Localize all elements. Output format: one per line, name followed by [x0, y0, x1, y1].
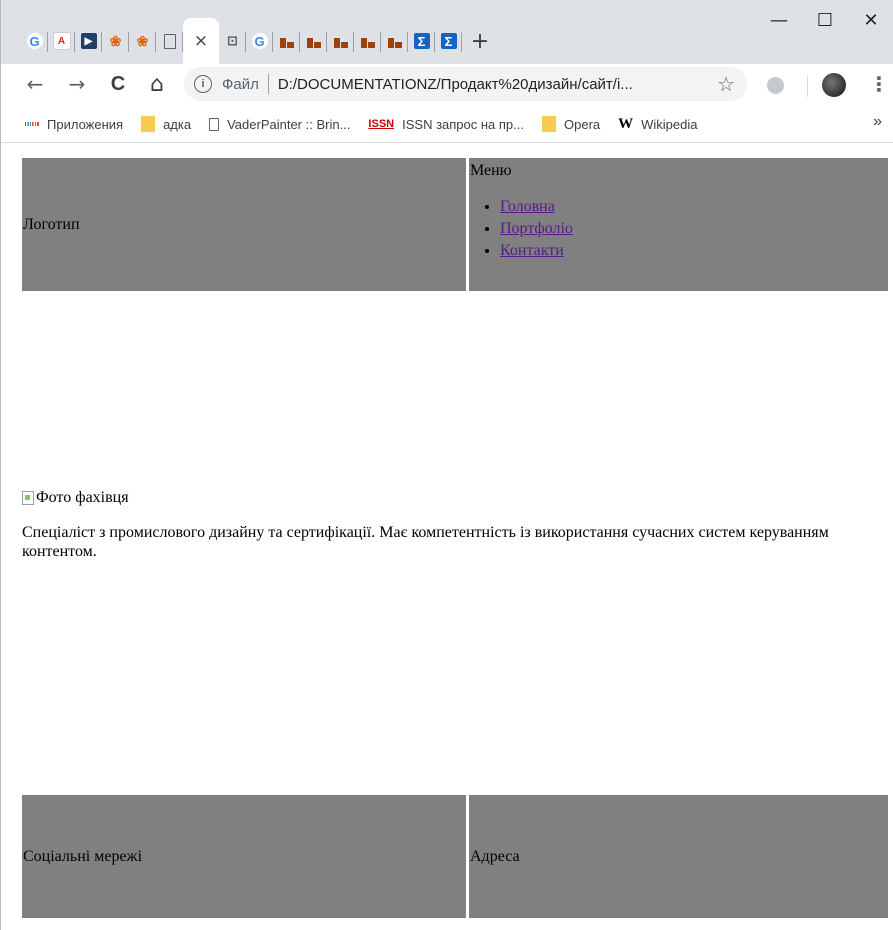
browser-menu-icon[interactable]: ⋮	[869, 72, 889, 96]
menu-link-portfolio[interactable]: Портфоліо	[500, 220, 573, 237]
address-text: Адреса	[470, 847, 520, 865]
address-divider	[267, 74, 269, 94]
main-section: Фото фахівця Спеціаліст з промислового д…	[22, 489, 888, 561]
broken-image-icon	[22, 491, 34, 505]
tab-brick-3[interactable]	[327, 18, 354, 64]
bookmark-issn[interactable]: ISSN ISSN запрос на пр...	[362, 110, 530, 138]
bookmark-wikipedia[interactable]: W Wikipedia	[612, 110, 703, 138]
page-header: Логотип Меню Головна Портфоліо Контакти	[22, 158, 888, 291]
brick-icon	[306, 33, 322, 49]
paw-icon: ❀	[109, 32, 122, 49]
bookmarks-bar: Приложения адка VaderPainter :: Brin... …	[1, 106, 893, 143]
menu-title: Меню	[470, 162, 512, 179]
new-tab-button[interactable]: +	[462, 18, 498, 64]
bookmark-label: Приложения	[47, 116, 124, 132]
menu-link-contacts[interactable]: Контакти	[500, 242, 564, 259]
brick-icon	[387, 33, 403, 49]
tab-brick-4[interactable]	[354, 18, 381, 64]
menu-item: Портфоліо	[500, 218, 888, 240]
tab-brick-1[interactable]	[273, 18, 300, 64]
folder-icon	[141, 116, 156, 132]
forward-button[interactable]: →	[63, 70, 91, 98]
issn-icon: ISSN	[368, 118, 395, 130]
window-controls: — ☐ ✕	[756, 0, 893, 40]
menu-cell: Меню Головна Портфоліо Контакти	[469, 158, 888, 291]
tab-brick-2[interactable]	[300, 18, 327, 64]
tab-adobe[interactable]: A	[48, 18, 75, 64]
bookmarks-overflow-button[interactable]: »	[873, 113, 882, 131]
menu-list: Головна Портфоліо Контакти	[470, 196, 888, 262]
page-footer: Соціальні мережі Адреса	[22, 795, 888, 918]
address-scheme-label: Файл	[222, 75, 259, 93]
page-content: Логотип Меню Головна Портфоліо Контакти …	[1, 143, 893, 930]
tab-google-1[interactable]: G	[21, 18, 48, 64]
google-icon: G	[26, 33, 43, 49]
specialist-description: Спеціаліст з промислового дизайну та сер…	[22, 524, 829, 560]
apps-icon	[24, 117, 40, 131]
profile-avatar[interactable]	[822, 73, 846, 97]
menu-item: Контакти	[500, 240, 888, 262]
folder-icon	[542, 116, 556, 132]
photo-alt-text: Фото фахівця	[36, 489, 129, 506]
tab-paw-2[interactable]: ❀	[129, 18, 156, 64]
wikipedia-icon: W	[618, 115, 634, 132]
address-url[interactable]: D:/DOCUMENTATIONZ/Продакт%20дизайн/сайт/…	[278, 76, 688, 93]
sigma-icon: Σ	[413, 33, 430, 49]
tab-brick-5[interactable]	[381, 18, 408, 64]
browser-toolbar: ← → C ⌂ i Файл D:/DOCUMENTATIONZ/Продакт…	[1, 64, 893, 106]
blank-page-icon	[163, 33, 176, 49]
brick-icon	[279, 33, 295, 49]
tab-google-2[interactable]: G	[246, 18, 273, 64]
bookmark-label: адка	[163, 116, 192, 132]
menu-item: Головна	[500, 196, 888, 218]
logo-text: Логотип	[23, 215, 80, 233]
tab-extension[interactable]: ⊡	[219, 18, 246, 64]
brick-icon	[360, 33, 376, 49]
paw-icon: ❀	[136, 32, 149, 49]
social-cell: Соціальні мережі	[22, 795, 466, 918]
tab-active[interactable]: ×	[183, 18, 219, 64]
bookmark-label: Wikipedia	[641, 116, 698, 132]
google-icon: G	[251, 33, 268, 49]
address-bar[interactable]: i Файл D:/DOCUMENTATIONZ/Продакт%20дизай…	[184, 67, 747, 101]
bookmark-opera[interactable]: Opera	[536, 110, 606, 138]
home-button[interactable]: ⌂	[143, 70, 171, 98]
extension-icon: ⊡	[227, 33, 238, 48]
reload-button[interactable]: C	[104, 70, 132, 98]
browser-window: G A ▶ ❀ ❀ × ⊡ G Σ Σ + — ☐ ✕ ← → C ⌂ i Фа…	[0, 0, 893, 930]
social-text: Соціальні мережі	[23, 847, 143, 865]
specialist-photo: Фото фахівця	[22, 489, 888, 507]
tab-presentation[interactable]: ▶	[75, 18, 102, 64]
sigma-icon: Σ	[440, 33, 457, 49]
bookmark-label: VaderPainter :: Brin...	[227, 116, 351, 132]
bookmark-star-icon[interactable]: ☆	[717, 72, 735, 97]
brick-icon	[333, 33, 349, 49]
tab-blank[interactable]	[156, 18, 183, 64]
tab-paw-1[interactable]: ❀	[102, 18, 129, 64]
tab-sigma-1[interactable]: Σ	[408, 18, 435, 64]
toolbar-divider	[807, 75, 808, 97]
globe-extension-icon[interactable]	[767, 77, 784, 94]
info-icon[interactable]: i	[194, 75, 212, 93]
menu-link-home[interactable]: Головна	[500, 198, 555, 215]
bookmark-apps[interactable]: Приложения	[19, 110, 129, 138]
back-button[interactable]: ←	[21, 70, 49, 98]
logo-cell: Логотип	[22, 158, 466, 291]
adobe-icon: A	[52, 32, 71, 50]
close-tab-icon[interactable]: ×	[194, 31, 208, 51]
tab-strip: G A ▶ ❀ ❀ × ⊡ G Σ Σ + — ☐ ✕	[1, 0, 893, 64]
bookmark-adka[interactable]: адка	[135, 110, 197, 138]
bookmark-label: ISSN запрос на пр...	[402, 116, 524, 132]
presentation-icon: ▶	[80, 33, 97, 49]
address-cell: Адреса	[469, 795, 888, 918]
maximize-button[interactable]: ☐	[802, 0, 848, 40]
bookmark-label: Opera	[564, 116, 601, 132]
minimize-button[interactable]: —	[756, 0, 802, 40]
bookmark-vaderpainter[interactable]: VaderPainter :: Brin...	[203, 110, 356, 138]
close-window-button[interactable]: ✕	[848, 0, 893, 40]
tab-sigma-2[interactable]: Σ	[435, 18, 462, 64]
tab-list: G A ▶ ❀ ❀ × ⊡ G Σ Σ +	[21, 18, 498, 64]
page-icon	[209, 117, 220, 131]
